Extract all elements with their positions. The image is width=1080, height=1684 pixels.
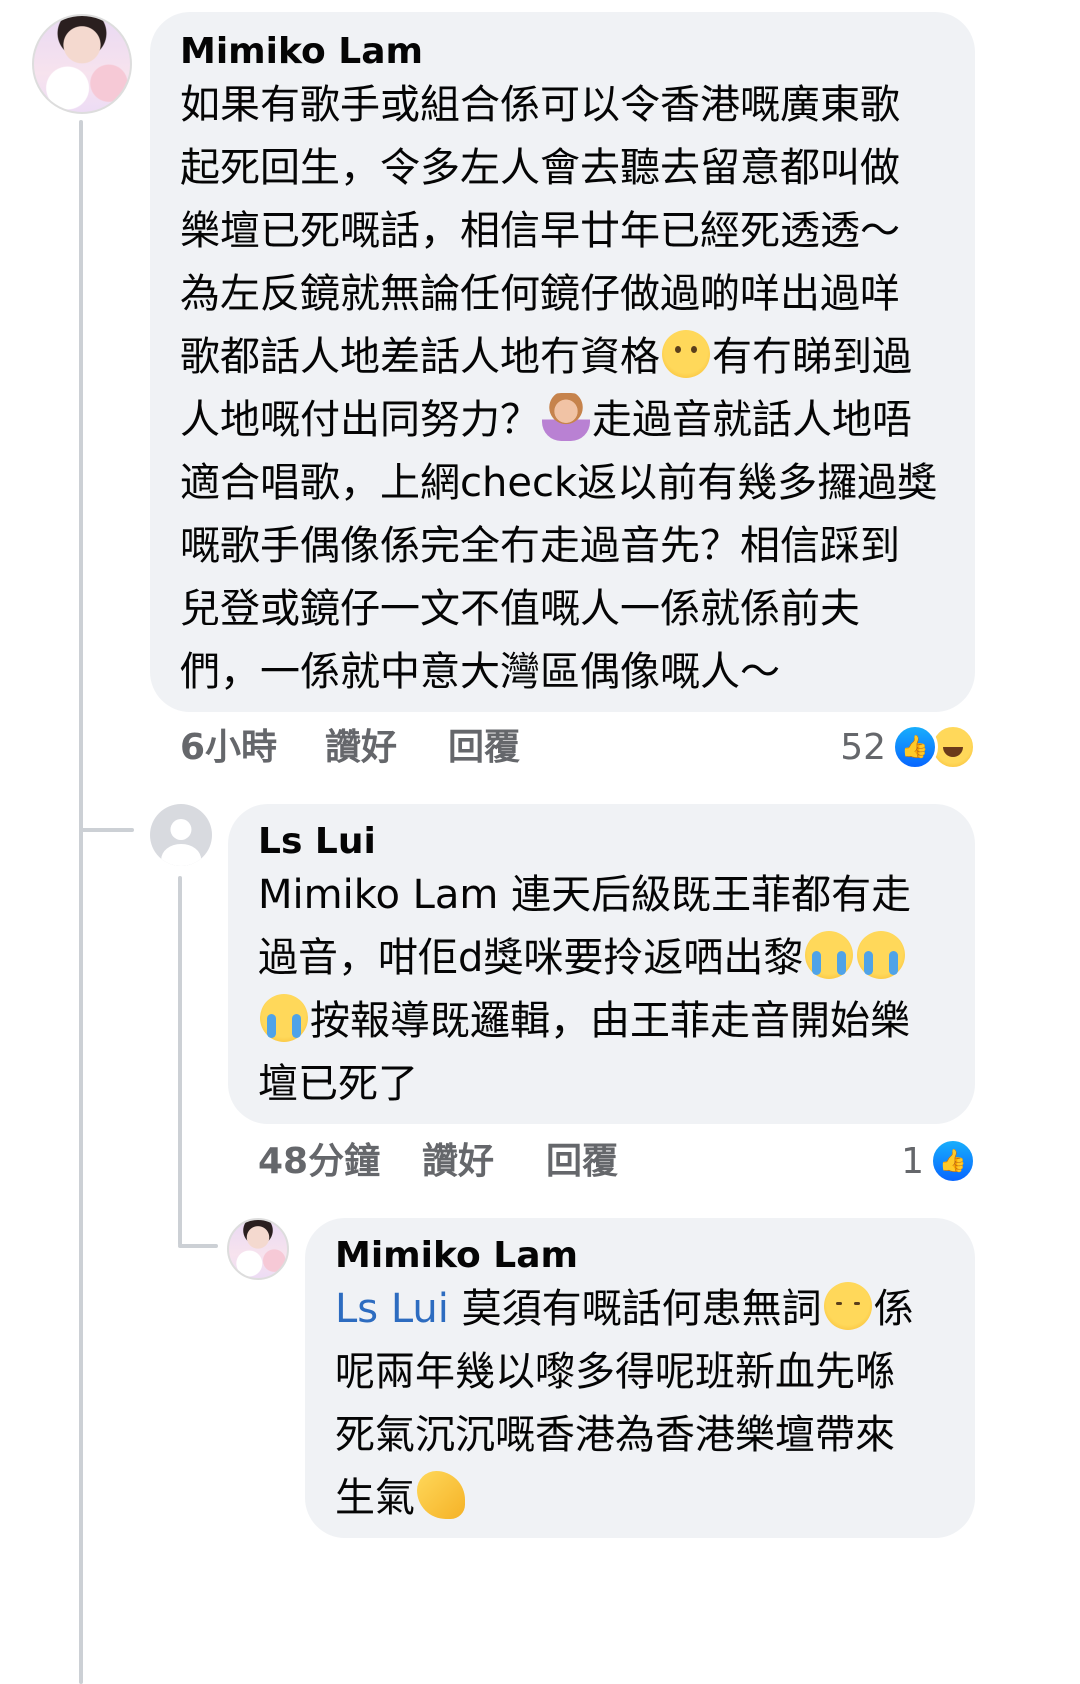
comment-bubble: Ls Lui Mimiko Lam 連天后級既王菲都有走 過音，咁佢d獎咪要拎返… [228,804,975,1124]
comment-line: 壇已死了 [258,1061,418,1107]
comment-line: 適合唱歌，上網check返以前有幾多攞過獎 [180,460,938,506]
comment-line: 兒登或鏡仔一文不值嘅人一係就係前夫 [180,586,860,632]
like-reaction-icon: 👍 [930,1138,976,1184]
default-avatar-icon [170,818,192,840]
comment-line: Mimiko Lam 連天后級既王菲都有走 [258,872,912,918]
comment-line: 生氣 [335,1475,415,1521]
comment-line: 為左反鏡就無論任何鏡仔做過啲咩出過咩 [180,271,900,317]
comment-text: 如果有歌手或組合係可以令香港嘅廣東歌 起死回生，令多左人會去聽去留意都叫做 樂壇… [180,74,975,704]
comment-author[interactable]: Mimiko Lam [180,30,975,74]
avatar[interactable] [32,14,132,114]
reactions-summary[interactable]: 1 👍 [901,1138,976,1184]
comment-line: 呢兩年幾以嚟多得呢班新血先喺 [335,1349,895,1395]
like-button[interactable]: 讚好 [422,1140,494,1184]
comment-time[interactable]: 6小時 [180,726,277,770]
comment-line: 有冇睇到過 [712,334,912,380]
comment-line: 起死回生，令多左人會去聽去留意都叫做 [180,145,900,191]
reaction-count: 52 [840,726,886,768]
avatar[interactable] [227,1218,289,1280]
pensive-face-icon [823,1282,872,1330]
comment-text: Mimiko Lam 連天后級既王菲都有走 過音，咁佢d獎咪要拎返哂出黎 按報導… [258,864,975,1116]
face-with-raised-eyebrow-icon [662,330,710,378]
comment-line: 莫須有嘅話何患無詞 [448,1286,822,1332]
comment-text: Ls Lui 莫須有嘅話何患無詞 係 呢兩年幾以嚟多得呢班新血先喺 死氣沉沉嘅香港… [335,1278,975,1530]
comment-author[interactable]: Mimiko Lam [335,1234,975,1278]
comment-line: 們，一係就中意大灣區偶像嘅人～ [180,649,780,695]
like-button[interactable]: 讚好 [325,726,397,770]
like-reaction-icon: 👍 [892,724,938,770]
loudly-crying-face-icon [805,931,854,979]
loudly-crying-face-icon [260,994,308,1042]
comment-bubble: Mimiko Lam 如果有歌手或組合係可以令香港嘅廣東歌 起死回生，令多左人會… [150,12,975,712]
flexed-biceps-icon [417,1471,465,1519]
mention-link[interactable]: Ls Lui [335,1286,449,1332]
thread-branch-1 [79,828,134,832]
comment-line: 人地嘅付出同努力？ [180,397,540,443]
comment-line: 樂壇已死嘅話，相信早廿年已經死透透～ [180,208,900,254]
comment-line: 過音，咁佢d獎咪要拎返哂出黎 [258,935,804,981]
reactions-summary[interactable]: 52 👍 [840,724,976,770]
reply-button[interactable]: 回覆 [448,726,520,770]
comment-line: 係 [873,1286,914,1332]
comment-bubble: Mimiko Lam Ls Lui 莫須有嘅話何患無詞 係 呢兩年幾以嚟多得呢班新… [305,1218,975,1538]
comment-line: 歌都話人地差話人地冇資格 [180,334,660,380]
reply-button[interactable]: 回覆 [546,1140,618,1184]
thread-branch-2 [178,1244,218,1248]
comment-line: 死氣沉沉嘅香港為香港樂壇帶來 [335,1412,895,1458]
avatar[interactable] [150,804,212,866]
comment-line: 如果有歌手或組合係可以令香港嘅廣東歌 [180,82,900,128]
comment-line: 按報導既邏輯，由王菲走音開始樂 [310,998,910,1044]
comment-line: 走過音就話人地唔 [592,397,912,443]
comment-line: 嘅歌手偶像係完全冇走過音先？相信踩到 [180,523,900,569]
loudly-crying-face-icon [857,931,906,979]
thread-line-reply [178,876,182,1246]
comment-time[interactable]: 48分鐘 [258,1140,380,1184]
reaction-count: 1 [901,1140,924,1182]
thread-line-main [79,120,83,1684]
comment-author[interactable]: Ls Lui [258,820,975,864]
person-shrugging-icon [542,393,590,441]
